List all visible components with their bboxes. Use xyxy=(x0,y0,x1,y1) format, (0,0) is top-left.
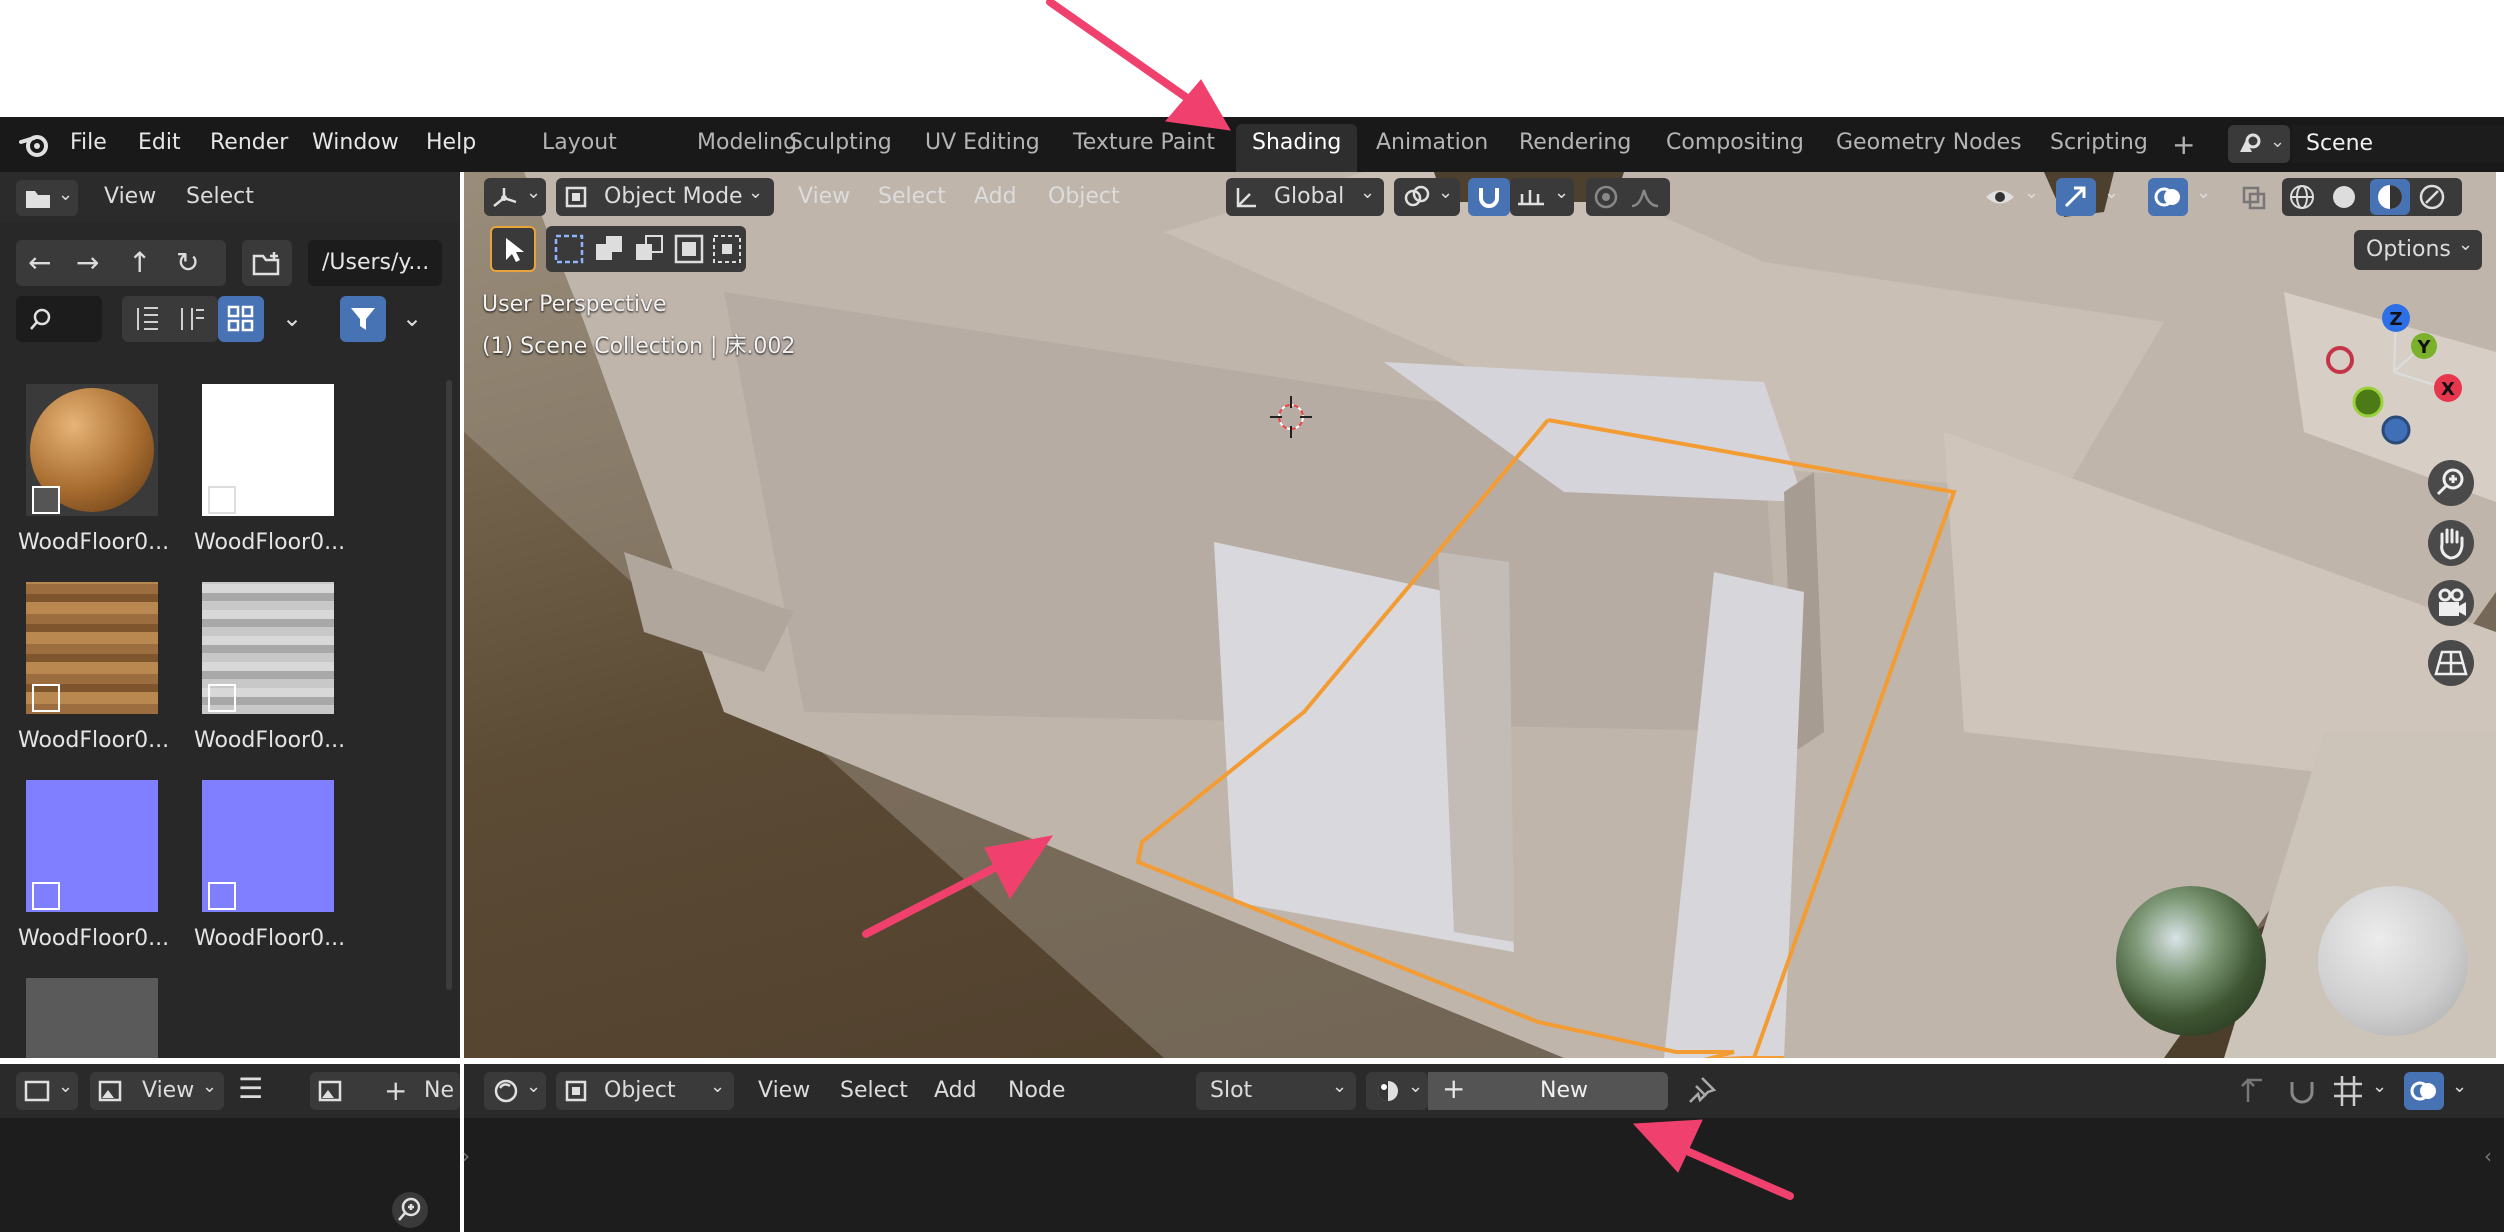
annotation-arrows xyxy=(862,0,1794,1200)
